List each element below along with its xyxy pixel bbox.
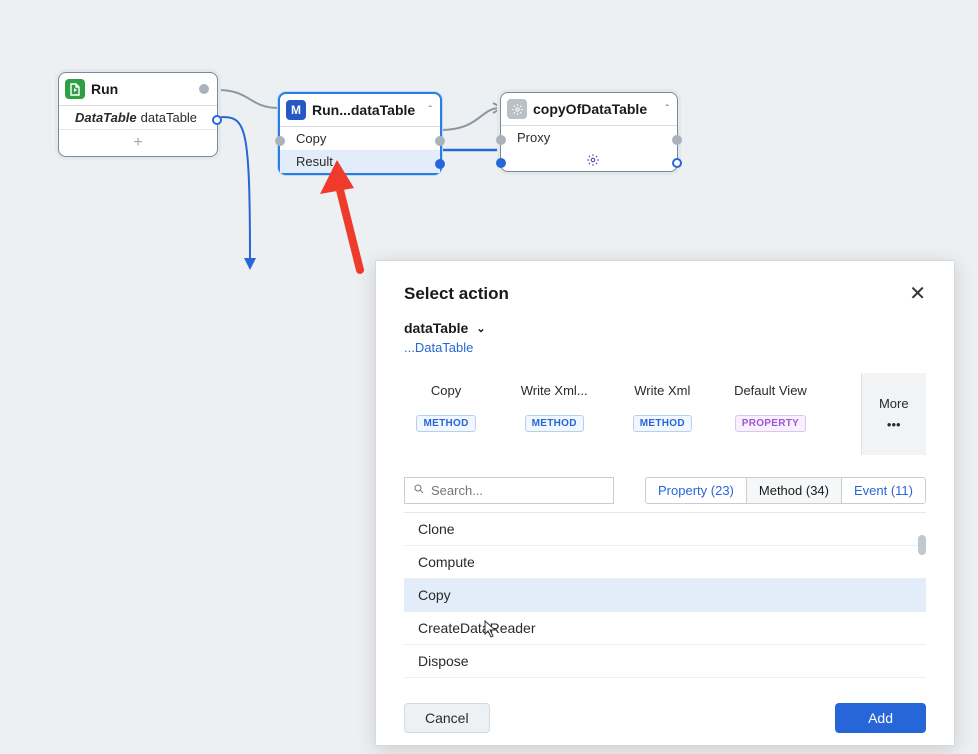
output-port[interactable] xyxy=(435,136,445,146)
chevron-down-icon: ⌄ xyxy=(476,322,485,335)
suggestion-label: Write Xml xyxy=(620,373,704,407)
node-run[interactable]: Run DataTable dataTable + xyxy=(58,72,218,157)
method-list[interactable]: Clone Compute Copy CreateDataReader Disp… xyxy=(404,512,926,691)
context-object-name: dataTable xyxy=(404,320,468,336)
close-icon[interactable]: ✕ xyxy=(909,281,926,306)
add-button[interactable]: Add xyxy=(835,703,926,733)
suggestion-copy[interactable]: Copy METHOD xyxy=(404,373,488,432)
add-param-button[interactable]: + xyxy=(59,129,217,156)
node-copy-of-datatable[interactable]: copyOfDataTable ˆ Proxy xyxy=(500,92,678,172)
node-title: copyOfDataTable xyxy=(533,101,660,117)
gear-icon xyxy=(507,99,527,119)
list-item[interactable]: Copy xyxy=(404,579,926,612)
suggestion-write-xml-ellipsis[interactable]: Write Xml... METHOD xyxy=(512,373,596,432)
search-input[interactable] xyxy=(431,483,605,498)
search-input-wrapper[interactable] xyxy=(404,477,614,504)
suggestion-label: Default View xyxy=(728,373,812,407)
suggestion-row: Copy METHOD Write Xml... METHOD Write Xm… xyxy=(404,373,926,455)
input-port[interactable] xyxy=(496,158,506,168)
run-icon xyxy=(65,79,85,99)
input-port[interactable] xyxy=(275,136,285,146)
method-icon: M xyxy=(286,100,306,120)
scrollbar-thumb[interactable] xyxy=(918,535,926,555)
filter-tab-method[interactable]: Method (34) xyxy=(747,478,842,503)
row-copy[interactable]: Copy xyxy=(280,127,440,150)
chevron-up-icon[interactable]: ˆ xyxy=(429,105,432,116)
dialog-title: Select action xyxy=(404,284,909,304)
filter-tabs: Property (23) Method (34) Event (11) xyxy=(645,477,926,504)
output-port[interactable] xyxy=(672,158,682,168)
gear-icon xyxy=(586,153,600,167)
output-port[interactable] xyxy=(199,84,209,94)
filter-tab-property[interactable]: Property (23) xyxy=(646,478,747,503)
suggestion-label: Copy xyxy=(404,373,488,407)
chevron-up-icon[interactable]: ˆ xyxy=(666,104,669,115)
node-header[interactable]: M Run...dataTable ˆ xyxy=(280,94,440,126)
row-proxy[interactable]: Proxy xyxy=(501,126,677,149)
filter-tab-event[interactable]: Event (11) xyxy=(842,478,925,503)
cancel-button[interactable]: Cancel xyxy=(404,703,490,733)
list-item[interactable]: Compute xyxy=(404,546,926,579)
output-port[interactable] xyxy=(212,115,222,125)
method-tag: METHOD xyxy=(525,415,584,432)
search-icon xyxy=(413,483,425,498)
node-header[interactable]: copyOfDataTable ˆ xyxy=(501,93,677,125)
list-item[interactable]: Clone xyxy=(404,513,926,546)
input-port[interactable] xyxy=(496,135,506,145)
row-label: Copy xyxy=(296,131,326,146)
list-item[interactable]: CreateDataReader xyxy=(404,612,926,645)
node-header[interactable]: Run xyxy=(59,73,217,105)
output-port[interactable] xyxy=(435,159,445,169)
row-label: Proxy xyxy=(517,130,550,145)
node-title: Run...dataTable xyxy=(312,102,423,118)
suggestion-label: Write Xml... xyxy=(512,373,596,407)
property-tag: PROPERTY xyxy=(735,415,806,432)
more-button[interactable]: More ••• xyxy=(861,373,927,455)
context-object-selector[interactable]: dataTable ⌄ xyxy=(404,320,926,336)
suggestion-default-view[interactable]: Default View PROPERTY xyxy=(728,373,812,432)
row-gear[interactable] xyxy=(501,149,677,171)
param-row-datatable[interactable]: DataTable dataTable xyxy=(59,106,217,129)
param-type: DataTable xyxy=(75,110,137,125)
method-tag: METHOD xyxy=(416,415,475,432)
suggestion-write-xml[interactable]: Write Xml METHOD xyxy=(620,373,704,432)
method-tag: METHOD xyxy=(633,415,692,432)
node-title: Run xyxy=(91,81,193,97)
more-label: More xyxy=(879,396,909,411)
list-item[interactable]: Dispose xyxy=(404,645,926,678)
output-port[interactable] xyxy=(672,135,682,145)
param-name: dataTable xyxy=(141,110,197,125)
context-type-link[interactable]: ...DataTable xyxy=(404,340,926,355)
select-action-dialog: Select action ✕ dataTable ⌄ ...DataTable… xyxy=(375,260,955,746)
ellipsis-icon: ••• xyxy=(887,417,901,432)
